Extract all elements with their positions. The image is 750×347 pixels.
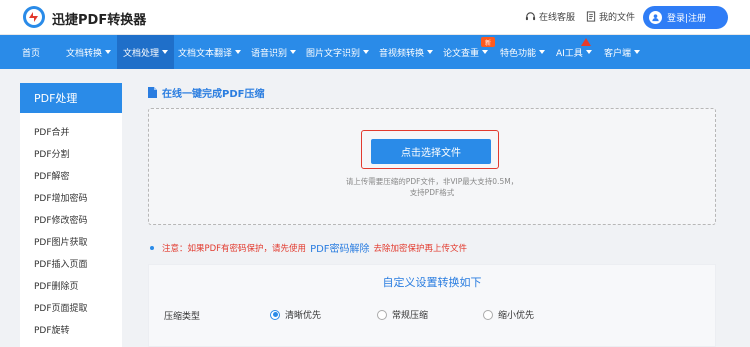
nav-label: 首页 [22, 48, 41, 59]
radio-label: 清晰优先 [285, 311, 322, 321]
new-badge: 新 [481, 37, 495, 47]
sidebar-title[interactable]: PDF处理 [20, 83, 122, 113]
caret-down-icon [427, 50, 434, 54]
login-register-button[interactable]: 登录|注册 [643, 6, 728, 29]
radio-label: 常规压缩 [392, 311, 429, 321]
sidebar-item-pdf-extract-pages[interactable]: PDF页面提取 [20, 296, 122, 318]
upload-hint-line1: 请上传需要压缩的PDF文件，非VIP最大支持0.5M， [345, 177, 519, 186]
pdf-password-remove-link[interactable]: PDF密码解除 [310, 240, 369, 255]
nav-label: 文档处理 [123, 48, 160, 59]
document-icon [586, 11, 596, 22]
caret-down-icon [363, 50, 370, 54]
page-title: 在线一键完成PDF压缩 [148, 85, 264, 100]
headset-icon [525, 12, 536, 21]
customer-service-link[interactable]: 在线客服 [525, 10, 575, 23]
sidebar-item-pdf-split[interactable]: PDF分割 [20, 142, 122, 164]
bullet-dot [150, 245, 154, 250]
caret-down-icon [585, 50, 592, 54]
sidebar: PDF处理 PDF合并 PDF分割 PDF解密 PDF增加密码 PDF修改密码 … [20, 83, 122, 347]
nav-item-doc-convert[interactable]: 文档转换 [59, 35, 116, 69]
nav-label: 语音识别 [251, 48, 288, 59]
settings-title: 自定义设置转换如下 [382, 276, 482, 289]
compress-type-label: 压缩类型 [164, 312, 201, 322]
nav-item-av-convert[interactable]: 音视频转换 [379, 35, 434, 69]
sidebar-item-pdf-add-password[interactable]: PDF增加密码 [20, 186, 122, 208]
nav-item-client[interactable]: 客户端 [604, 35, 641, 69]
my-files-label: 我的文件 [599, 13, 636, 23]
my-files-link[interactable]: 我的文件 [586, 10, 635, 23]
radio-selected-icon [270, 309, 280, 320]
logo-icon[interactable] [22, 5, 46, 29]
select-file-button[interactable]: 点击选择文件 [371, 139, 491, 164]
logo-text[interactable]: 迅捷PDF转换器 [52, 9, 146, 28]
nav-label: 特色功能 [500, 48, 537, 59]
radio-unselected-icon [483, 309, 493, 320]
nav-label: 文档转换 [66, 48, 103, 59]
nav-label: 论文查重 [443, 48, 480, 59]
radio-unselected-icon [377, 309, 387, 320]
nav-label: 音视频转换 [379, 48, 425, 59]
radio-size-first[interactable]: 缩小优先 [483, 308, 534, 321]
nav-item-home[interactable]: 首页 [22, 35, 40, 69]
document-icon [148, 87, 157, 98]
nav-item-speech[interactable]: 语音识别 [251, 35, 297, 69]
radio-normal-compress[interactable]: 常规压缩 [377, 308, 428, 321]
notice-text-before: 注意：如果PDF有密码保护，请先使用 [162, 243, 307, 254]
nav-item-features[interactable]: 特色功能 [500, 35, 546, 69]
caret-down-icon [105, 50, 112, 54]
top-header: 迅捷PDF转换器 在线客服 我的文件 登录|注册 [0, 0, 750, 35]
sidebar-item-pdf-delete-page[interactable]: PDF删除页 [20, 274, 122, 296]
upload-hint-line2: 支持PDF格式 [409, 188, 455, 197]
nav-label: 客户端 [604, 48, 632, 59]
password-notice: 注意：如果PDF有密码保护，请先使用 PDF密码解除 去除加密保护再上传文件 [150, 240, 467, 255]
nav-label: 图片文字识别 [306, 48, 361, 59]
caret-down-icon [235, 50, 242, 54]
nav-label: AI工具 [556, 48, 583, 59]
nav-label: 文档文本翻译 [178, 48, 233, 59]
caret-down-icon [162, 50, 169, 54]
nav-item-ocr[interactable]: 图片文字识别 [306, 35, 370, 69]
sidebar-item-pdf-rotate[interactable]: PDF旋转 [20, 318, 122, 340]
sidebar-item-pdf-decrypt[interactable]: PDF解密 [20, 164, 122, 186]
notice-text-after: 去除加密保护再上传文件 [373, 243, 468, 254]
radio-clarity-first[interactable]: 清晰优先 [270, 308, 321, 321]
page-title-text: 在线一键完成PDF压缩 [162, 89, 265, 100]
caret-down-icon [290, 50, 297, 54]
sidebar-item-pdf-extract-images[interactable]: PDF图片获取 [20, 230, 122, 252]
nav-item-doc-process[interactable]: 文档处理 [117, 35, 175, 69]
arrow-up-icon [581, 38, 591, 46]
main-nav: 首页 文档转换 文档处理 文档文本翻译 语音识别 图片文字识别 音视频转换 论文… [0, 35, 750, 69]
nav-item-translate[interactable]: 文档文本翻译 [178, 35, 242, 69]
sidebar-item-pdf-insert-page[interactable]: PDF插入页面 [20, 252, 122, 274]
login-register-label: 登录|注册 [667, 14, 707, 24]
customer-service-label: 在线客服 [539, 13, 576, 23]
sidebar-item-pdf-merge[interactable]: PDF合并 [20, 120, 122, 142]
caret-down-icon [634, 50, 641, 54]
sidebar-item-pdf-change-password[interactable]: PDF修改密码 [20, 208, 122, 230]
user-icon [649, 11, 662, 24]
caret-down-icon [482, 50, 489, 54]
caret-down-icon [539, 50, 546, 54]
radio-label: 缩小优先 [498, 311, 535, 321]
